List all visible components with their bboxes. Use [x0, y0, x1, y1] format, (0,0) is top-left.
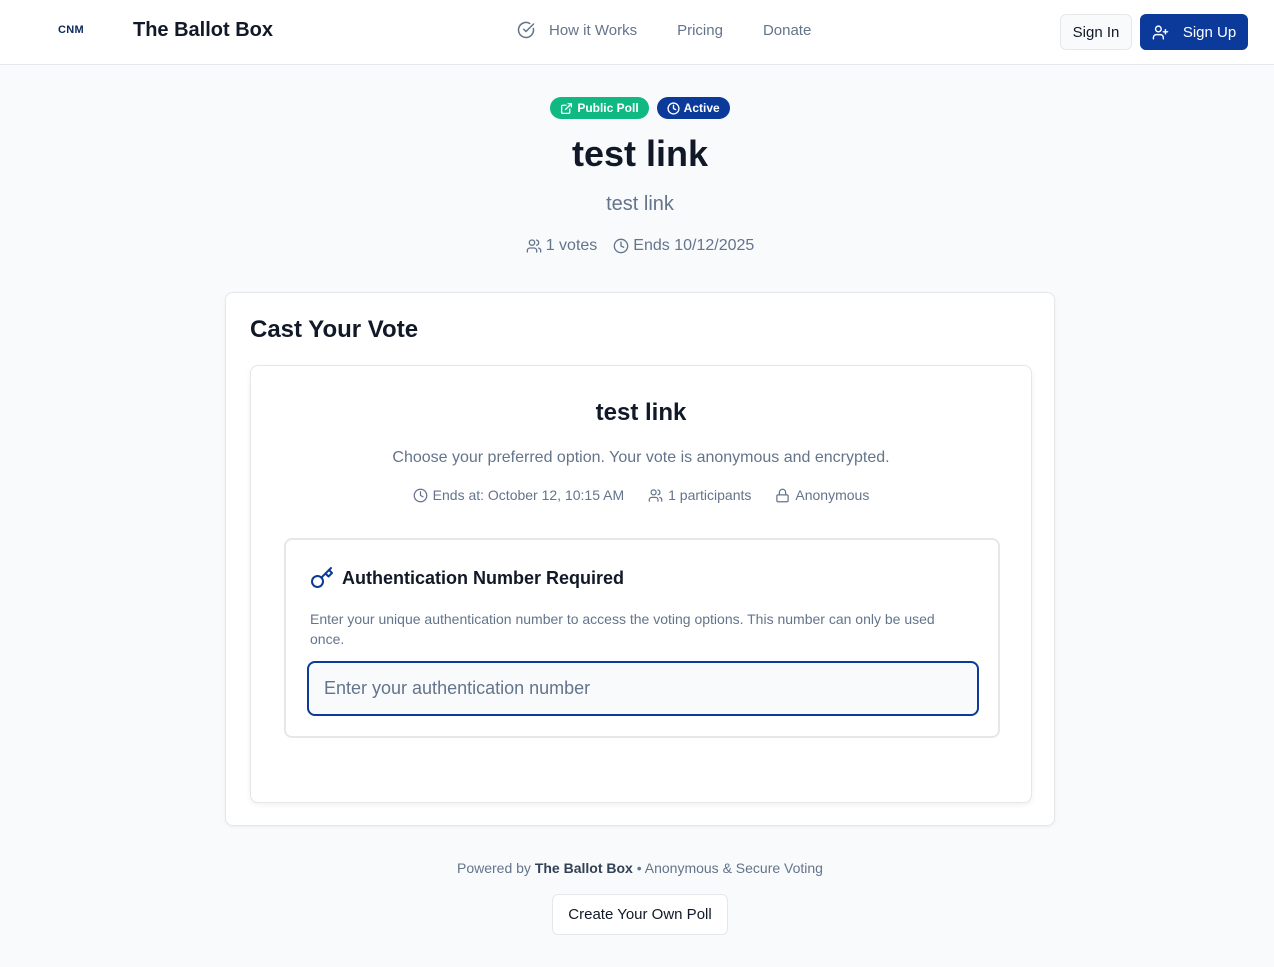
footer-brand[interactable]: The Ballot Box: [535, 860, 633, 876]
poll-meta: 1 votes Ends 10/12/2025: [0, 237, 1274, 255]
ends-label: Ends 10/12/2025: [633, 237, 755, 254]
participants: 1 participants: [648, 487, 751, 503]
ballot-panel: test link Choose your preferred option. …: [250, 365, 1032, 803]
sign-up-button[interactable]: Sign Up: [1140, 14, 1248, 50]
users-icon: [526, 238, 542, 254]
clock-icon: [413, 488, 428, 503]
active-label: Active: [683, 101, 720, 115]
active-badge: Active: [656, 97, 730, 119]
anonymous: Anonymous: [775, 487, 869, 503]
nav-how-it-works[interactable]: How it Works: [549, 22, 637, 39]
sign-in-button[interactable]: Sign In: [1060, 14, 1132, 50]
main-nav: How it Works Pricing Donate: [517, 21, 811, 39]
anonymous-label: Anonymous: [795, 487, 870, 503]
lock-icon: [775, 488, 790, 503]
poll-end-date: Ends 10/12/2025: [613, 237, 754, 255]
ends-at: Ends at: October 12, 10:15 AM: [413, 487, 624, 503]
create-poll-button[interactable]: Create Your Own Poll: [552, 894, 728, 935]
top-navbar: CNM The Ballot Box How it Works Pricing …: [0, 0, 1274, 65]
footer-text: Powered by The Ballot Box • Anonymous & …: [0, 860, 1274, 876]
users-icon: [648, 488, 663, 503]
check-circle-icon: [517, 21, 535, 39]
footer-tagline: • Anonymous & Secure Voting: [636, 860, 823, 876]
participants-label: 1 participants: [668, 487, 752, 503]
external-link-icon: [560, 102, 573, 115]
nav-donate[interactable]: Donate: [763, 22, 811, 39]
auth-heading: Authentication Number Required: [310, 566, 624, 590]
powered-by-label: Powered by: [457, 860, 531, 876]
authentication-number-input[interactable]: [307, 661, 979, 716]
poll-badges: Public Poll Active: [0, 97, 1274, 119]
user-plus-icon: [1152, 24, 1169, 41]
clock-icon: [613, 238, 629, 254]
vote-card: Cast Your Vote test link Choose your pre…: [225, 292, 1055, 826]
votes-label: 1 votes: [545, 237, 598, 254]
votes-count: 1 votes: [526, 237, 598, 255]
auth-description: Enter your unique authentication number …: [310, 611, 935, 647]
ballot-description: Choose your preferred option. Your vote …: [392, 449, 890, 466]
poll-subtitle: test link: [606, 193, 674, 215]
clock-icon: [667, 101, 680, 115]
logo[interactable]: CNM: [58, 24, 84, 36]
brand-name[interactable]: The Ballot Box: [133, 19, 273, 42]
ballot-meta: Ends at: October 12, 10:15 AM 1 particip…: [251, 487, 1031, 503]
poll-title: test link: [571, 133, 709, 174]
ballot-title: test link: [595, 399, 687, 426]
key-icon: [310, 566, 334, 590]
sign-in-label: Sign In: [1072, 23, 1120, 41]
auth-box: Authentication Number Required Enter you…: [284, 538, 1000, 738]
sign-up-label: Sign Up: [1182, 23, 1237, 41]
public-poll-label: Public Poll: [577, 101, 639, 115]
nav-pricing[interactable]: Pricing: [677, 22, 723, 39]
ends-at-label: Ends at: October 12, 10:15 AM: [432, 487, 625, 503]
create-poll-label: Create Your Own Poll: [568, 906, 712, 923]
card-title: Cast Your Vote: [250, 316, 419, 343]
public-poll-badge: Public Poll: [550, 97, 649, 119]
auth-title: Authentication Number Required: [342, 567, 625, 588]
